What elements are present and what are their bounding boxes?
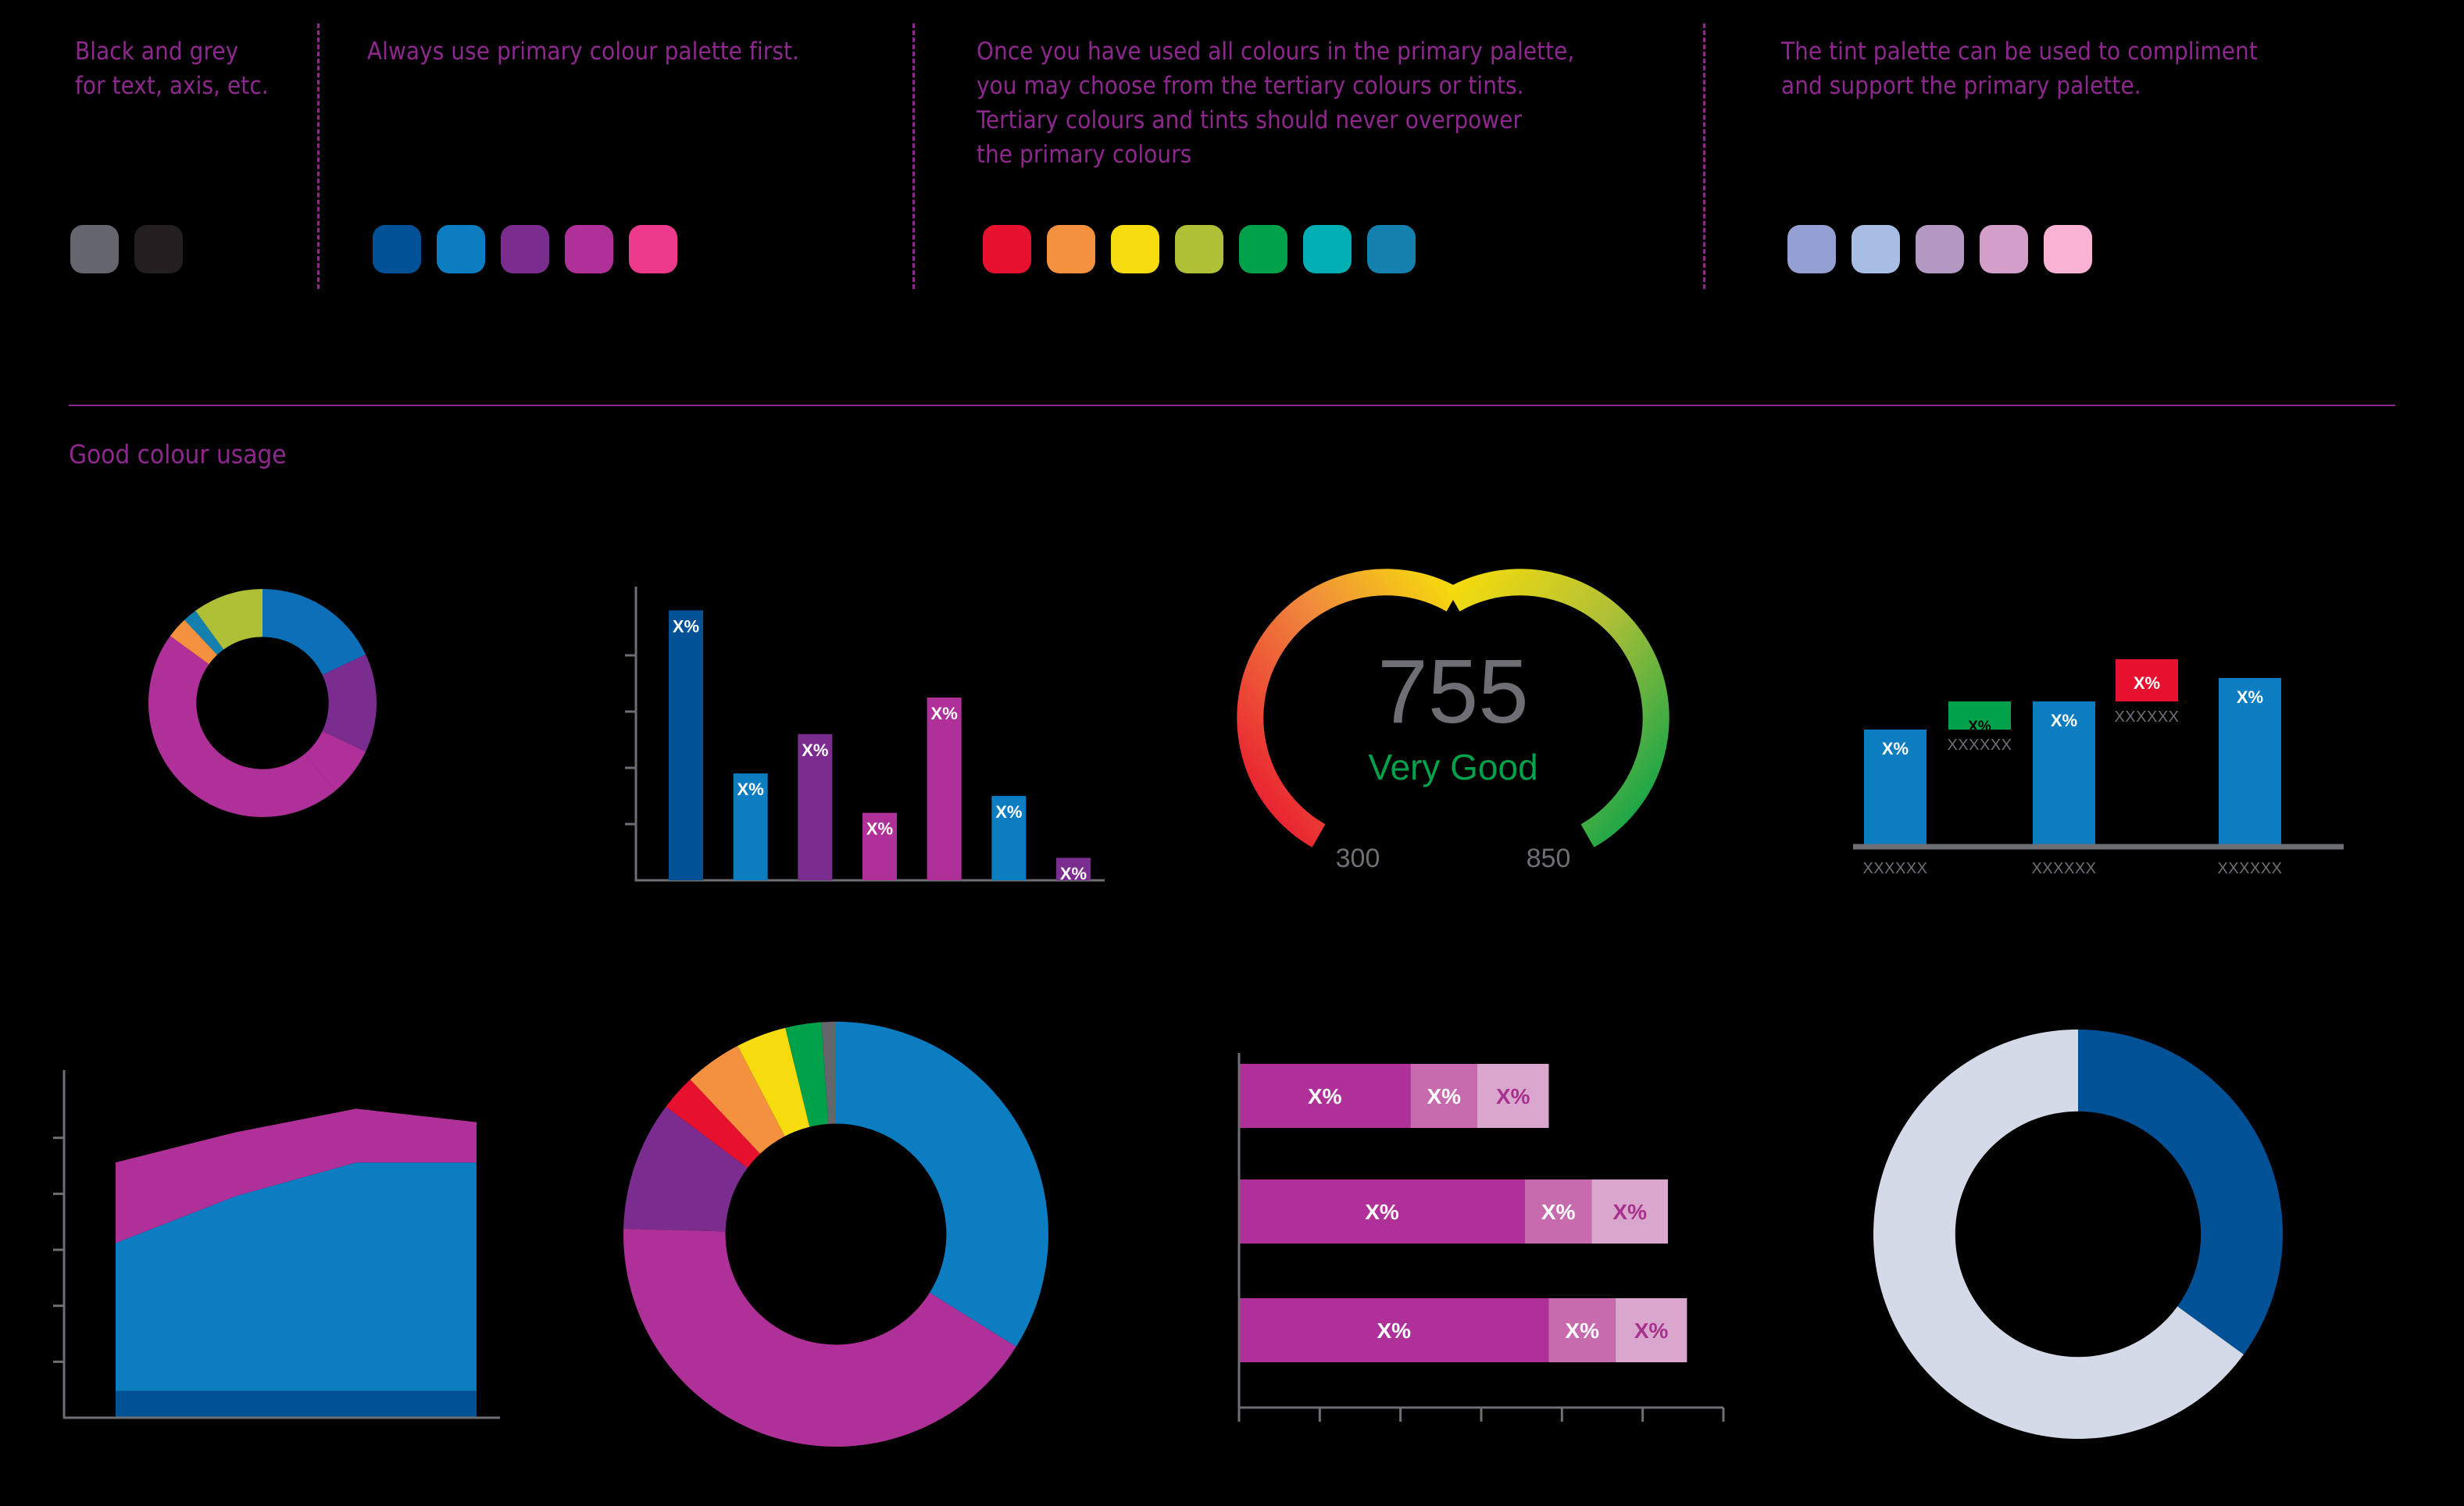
note-tertiary: Once you have used all colours in the pr… (977, 37, 1575, 170)
waterfall-data-label: X% (1882, 739, 1909, 758)
bar-vertical-label: X% (802, 741, 828, 760)
tertiary-swatch (1367, 225, 1416, 273)
primary-swatch (501, 225, 549, 273)
donut-progress-slice (2078, 1030, 2283, 1354)
waterfall-data-label: X% (2237, 687, 2263, 707)
divider-dashed-2 (912, 23, 915, 289)
canvas: Black and grey for text, axis, etc. Alwa… (0, 0, 2464, 1506)
gauge-min-label: 300 (1336, 844, 1380, 873)
tint-swatch (1916, 225, 1964, 273)
primary-swatch (629, 225, 677, 273)
divider-dashed-3 (1703, 23, 1705, 289)
hbar-segment-label: X% (1377, 1319, 1411, 1343)
waterfall-data-label: X% (2051, 711, 2077, 730)
palette-tint (1787, 225, 2092, 273)
chart-area-stacked (31, 1047, 531, 1453)
hbar-segment-label: X% (1365, 1200, 1399, 1224)
hbar-segment-label: X% (1496, 1084, 1530, 1108)
primary-swatch (437, 225, 485, 273)
tint-swatch (1980, 225, 2028, 273)
greyscale-swatch (70, 225, 119, 273)
tint-swatch (1787, 225, 1836, 273)
divider-dashed-1 (317, 23, 320, 289)
waterfall-category-label: XXXXXX (2031, 860, 2096, 877)
bar-vertical-bar (927, 698, 962, 880)
donut-primary-svg (148, 589, 377, 817)
bar-vertical-label: X% (1060, 864, 1087, 883)
waterfall-data-label: X% (2134, 673, 2160, 693)
tertiary-swatch (1239, 225, 1287, 273)
tertiary-swatch (1303, 225, 1352, 273)
donut-primary-slice (148, 636, 336, 817)
hbar-segment-label: X% (1308, 1084, 1342, 1108)
section-divider (69, 405, 2395, 406)
palette-primary (373, 225, 677, 273)
greyscale-swatch (134, 225, 183, 273)
chart-gauge: 755 Very Good 300 850 (1237, 569, 1669, 898)
tertiary-swatch (1111, 225, 1159, 273)
waterfall-svg: X% X% XXXXXX X% X% XXXXXX X% XXXXXX XXXXXX XXXXX… (1853, 659, 2344, 877)
gauge-status: Very Good (1368, 747, 1537, 787)
note-primary: Always use primary colour palette first. (367, 37, 799, 66)
waterfall-connector-label: XXXXXX (1947, 737, 2012, 754)
bar-vertical-label: X% (737, 780, 764, 799)
primary-swatch (565, 225, 613, 273)
tertiary-swatch (1047, 225, 1095, 273)
area-series (116, 1390, 477, 1418)
chart-donut-primary (75, 539, 450, 867)
section-title: Good colour usage (69, 439, 287, 469)
waterfall-connector-label: XXXXXX (2114, 708, 2179, 726)
hbar-segment-label: X% (1634, 1319, 1669, 1343)
donut-progress-svg (1873, 1030, 2283, 1439)
gauge-value: 755 (1377, 641, 1529, 742)
bar-vertical-label: X% (866, 819, 893, 839)
note-greyscale: Black and grey for text, axis, etc. (75, 37, 269, 101)
gauge-max-label: 850 (1527, 844, 1571, 873)
tertiary-swatch (1175, 225, 1223, 273)
chart-donut-mixed (617, 1015, 1055, 1453)
hbar-segment-label: X% (1565, 1319, 1599, 1343)
tertiary-swatch (983, 225, 1031, 273)
gauge-svg: 755 Very Good 300 850 (1237, 569, 1669, 873)
hbar-segment-label: X% (1612, 1200, 1647, 1224)
tint-swatch (1852, 225, 1900, 273)
tint-swatch (2044, 225, 2092, 273)
waterfall-data-label: X% (1968, 719, 1991, 735)
palette-greyscale (70, 225, 183, 273)
bar-vertical-label: X% (995, 802, 1022, 822)
waterfall-category-label: XXXXXX (1862, 860, 1927, 877)
palette-tertiary (983, 225, 1416, 273)
chart-donut-progress (1867, 1015, 2289, 1453)
donut-mixed-svg (623, 1022, 1048, 1447)
hbar-segment-label: X% (1541, 1200, 1576, 1224)
hbar-segment-label: X% (1427, 1084, 1462, 1108)
waterfall-category-label: XXXXXX (2217, 860, 2282, 877)
hbar-svg: X% X% X% X% X% X% X% X% X% (1237, 1053, 1725, 1422)
chart-waterfall: X% X% XXXXXX X% X% XXXXXX X% XXXXXX XXXXXX XXXXX… (1828, 578, 2359, 890)
chart-bar-vertical: X% X% X% X% X% X% X% (609, 574, 1125, 894)
bar-vertical-svg: X% X% X% X% X% X% X% (625, 587, 1105, 883)
primary-swatch (373, 225, 421, 273)
donut-mixed-slice (836, 1022, 1048, 1347)
bar-vertical-bar (669, 610, 703, 880)
bar-vertical-label: X% (931, 704, 958, 723)
chart-bar-horizontal: X% X% X% X% X% X% X% X% X% (1227, 1047, 1742, 1429)
area-svg (53, 1070, 500, 1419)
bar-vertical-label: X% (673, 616, 699, 636)
note-tint: The tint palette can be used to complime… (1781, 37, 2258, 101)
